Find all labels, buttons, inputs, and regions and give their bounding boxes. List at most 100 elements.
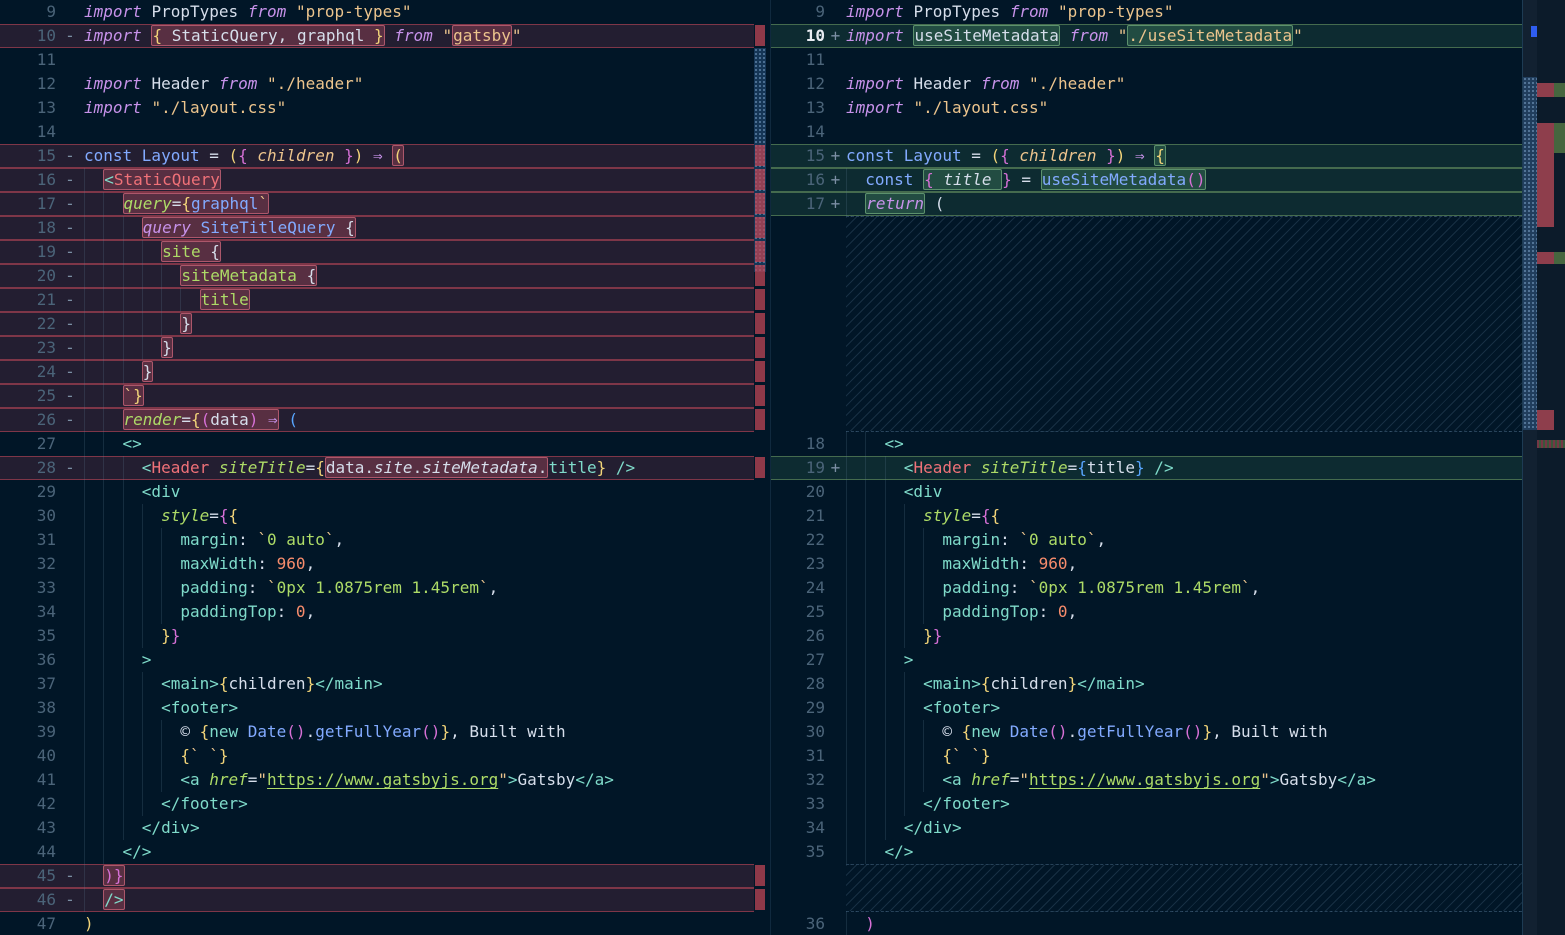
code-line[interactable]: 23maxWidth: 960,: [771, 552, 1522, 576]
code-line[interactable]: 29<div: [0, 480, 754, 504]
code-line[interactable]: 33padding: `0px 1.0875rem 1.45rem`,: [0, 576, 754, 600]
code-line[interactable]: 37<main>{children}</main>: [0, 672, 754, 696]
line-number: 24: [0, 360, 56, 384]
code-token: maxWidth: [942, 554, 1019, 573]
deleted-line[interactable]: 22-}: [0, 312, 754, 336]
code-line[interactable]: 20<div: [771, 480, 1522, 504]
gutter-spacer: [825, 816, 846, 840]
code-token: =: [209, 146, 228, 165]
code-line[interactable]: 14: [0, 120, 754, 144]
code-line[interactable]: 13import "./layout.css": [0, 96, 754, 120]
code-line[interactable]: 12import Header from "./header": [0, 72, 754, 96]
code-line[interactable]: 13import "./layout.css": [771, 96, 1522, 120]
code-line[interactable]: 30© {new Date().getFullYear()}, Built wi…: [771, 720, 1522, 744]
line-gutter: 21-: [0, 288, 84, 312]
deleted-line[interactable]: 45-)}: [0, 864, 754, 888]
indent-guide: [123, 576, 142, 600]
code-line[interactable]: 35}}: [0, 624, 754, 648]
indent-guide: [103, 504, 122, 528]
code-line[interactable]: 24padding: `0px 1.0875rem 1.45rem`,: [771, 576, 1522, 600]
deleted-line[interactable]: 20-siteMetadata {: [0, 264, 754, 288]
code-line[interactable]: 29<footer>: [771, 696, 1522, 720]
code-token: }: [114, 866, 124, 885]
code-line[interactable]: 21style={{: [771, 504, 1522, 528]
deleted-line[interactable]: 15-const Layout = ({ children }) ⇒ (: [0, 144, 754, 168]
code-line[interactable]: 28<main>{children}</main>: [771, 672, 1522, 696]
code-line[interactable]: 34paddingTop: 0,: [0, 600, 754, 624]
code-line[interactable]: 34</div>: [771, 816, 1522, 840]
added-line[interactable]: 19+<Header siteTitle={title} />: [771, 456, 1522, 480]
deleted-region-mark: [755, 25, 765, 46]
code-line[interactable]: 43</div>: [0, 816, 754, 840]
code-line[interactable]: 12import Header from "./header": [771, 72, 1522, 96]
deleted-line[interactable]: 17-query={graphql`: [0, 192, 754, 216]
gutter-spacer: [825, 120, 846, 144]
line-gutter: 22-: [0, 312, 84, 336]
code-line[interactable]: 30style={{: [0, 504, 754, 528]
indent-guide: [103, 840, 122, 864]
deleted-line[interactable]: 24-}: [0, 360, 754, 384]
indent-guide: [123, 312, 142, 336]
added-line[interactable]: 16+const { title } = useSiteMetadata(): [771, 168, 1522, 192]
code-line[interactable]: 27<>: [0, 432, 754, 456]
deleted-line[interactable]: 25-`}: [0, 384, 754, 408]
code-line[interactable]: 27>: [771, 648, 1522, 672]
inline-diff-highlight: }: [161, 337, 173, 358]
added-line[interactable]: 17+return (: [771, 192, 1522, 216]
deleted-line[interactable]: 21-title: [0, 288, 754, 312]
code-token: (): [421, 722, 440, 741]
code-line[interactable]: 36): [771, 912, 1522, 935]
code-line[interactable]: 9import PropTypes from "prop-types": [771, 0, 1522, 24]
deleted-line[interactable]: 46-/>: [0, 888, 754, 912]
code-line[interactable]: 32<a href="https://www.gatsbyjs.org">Gat…: [771, 768, 1522, 792]
line-gutter: 23-: [0, 336, 84, 360]
code-line[interactable]: 31{` `}: [771, 744, 1522, 768]
code-line[interactable]: 39© {new Date().getFullYear()}, Built wi…: [0, 720, 754, 744]
code-line[interactable]: 18<>: [771, 432, 1522, 456]
scrollbar-slider[interactable]: [1523, 77, 1537, 430]
line-number: 39: [0, 720, 56, 744]
code-line[interactable]: 32maxWidth: 960,: [0, 552, 754, 576]
added-line[interactable]: 10+import useSiteMetadata from "./useSit…: [771, 24, 1522, 48]
indent-guide: [103, 696, 122, 720]
deleted-line[interactable]: 10-import { StaticQuery, graphql } from …: [0, 24, 754, 48]
left-overview-ruler[interactable]: [754, 0, 766, 935]
code-line[interactable]: 35</>: [771, 840, 1522, 864]
added-marker: +: [825, 144, 846, 168]
line-gutter: 43: [0, 816, 84, 840]
code-line[interactable]: 42</footer>: [0, 792, 754, 816]
code-line[interactable]: 9import PropTypes from "prop-types": [0, 0, 754, 24]
code-line[interactable]: 40{` `}: [0, 744, 754, 768]
deleted-line[interactable]: 28-<Header siteTitle={data.site.siteMeta…: [0, 456, 754, 480]
scrollbar-track[interactable]: [1523, 0, 1537, 935]
code-line[interactable]: 31margin: `0 auto`,: [0, 528, 754, 552]
code-token: (: [393, 146, 403, 165]
code-line[interactable]: 22margin: `0 auto`,: [771, 528, 1522, 552]
deleted-line[interactable]: 26-render={(data) ⇒ (: [0, 408, 754, 432]
code-line[interactable]: 38<footer>: [0, 696, 754, 720]
code-token: new: [209, 722, 248, 741]
code-line[interactable]: 26}}: [771, 624, 1522, 648]
code-line[interactable]: 41<a href="https://www.gatsbyjs.org">Gat…: [0, 768, 754, 792]
deleted-line[interactable]: 19-site {: [0, 240, 754, 264]
code-line[interactable]: 33</footer>: [771, 792, 1522, 816]
code-line[interactable]: 36>: [0, 648, 754, 672]
code-line[interactable]: 14: [771, 120, 1522, 144]
indent-guide: [103, 624, 122, 648]
code-token: new: [971, 722, 1010, 741]
code-line[interactable]: 25paddingTop: 0,: [771, 600, 1522, 624]
line-number: 11: [0, 48, 56, 72]
code-line[interactable]: 44</>: [0, 840, 754, 864]
code-token: ): [865, 914, 875, 933]
added-line[interactable]: 15+const Layout = ({ children }) ⇒ {: [771, 144, 1522, 168]
code-content: </div>: [84, 816, 754, 840]
code-line[interactable]: 11: [771, 48, 1522, 72]
code-content: />: [84, 888, 754, 912]
code-line[interactable]: 11: [0, 48, 754, 72]
deleted-line[interactable]: 23-}: [0, 336, 754, 360]
deleted-line[interactable]: 18-query SiteTitleQuery {: [0, 216, 754, 240]
gutter-spacer: [825, 480, 846, 504]
deleted-line[interactable]: 16-<StaticQuery: [0, 168, 754, 192]
code-line[interactable]: 47): [0, 912, 754, 935]
minimap[interactable]: [1537, 0, 1565, 935]
